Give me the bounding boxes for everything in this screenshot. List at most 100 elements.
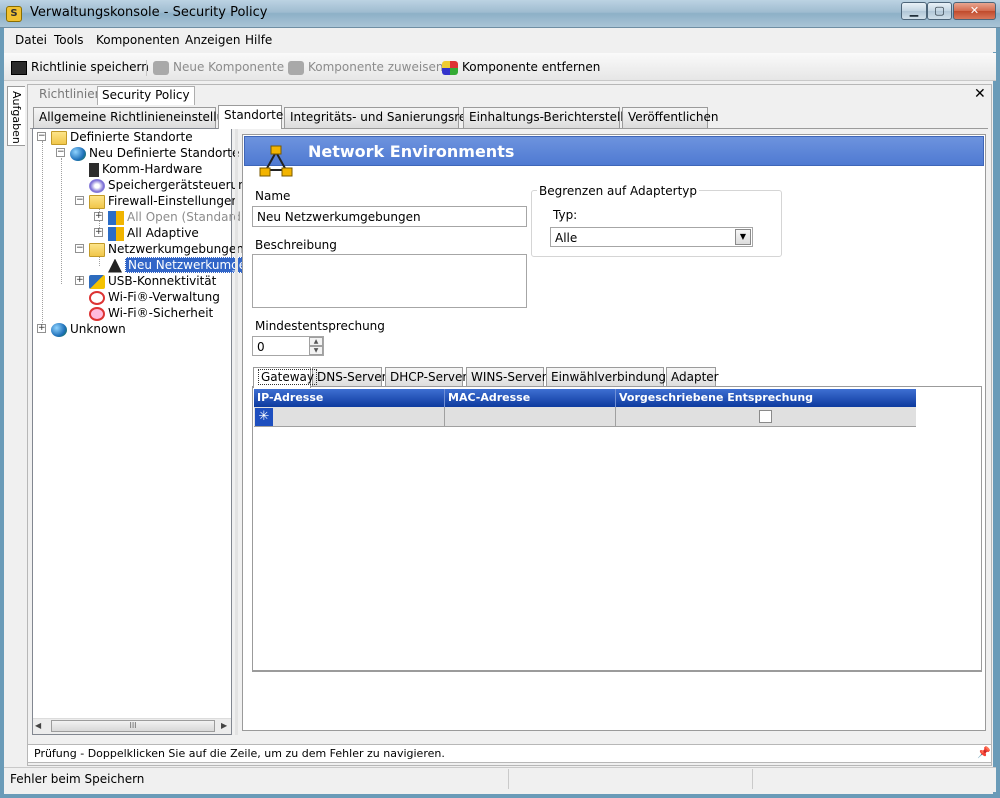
stepper-up-icon[interactable]: ▲ <box>309 337 323 346</box>
maximize-icon: ▢ <box>934 4 945 17</box>
assign-component-label: Komponente zuweisen <box>308 60 444 74</box>
chevron-down-icon[interactable]: ▼ <box>735 229 751 245</box>
tree-collapse-toggle[interactable]: − <box>56 148 65 157</box>
tree-expand-toggle[interactable]: + <box>75 276 84 285</box>
tree-node-network-environments[interactable]: Netzwerkumgebungen <box>89 241 244 257</box>
scroll-left-icon[interactable]: ◀ <box>35 721 41 730</box>
subtab-dns-server[interactable]: DNS-Server <box>312 367 387 387</box>
tree-expand-toggle[interactable]: + <box>94 228 103 237</box>
tree-node-unknown[interactable]: Unknown <box>51 321 126 337</box>
tab-integrity-rules[interactable]: Integritäts- und Sanierungsregeln <box>284 107 492 128</box>
adapter-type-group-title: Begrenzen auf Adaptertyp <box>537 184 700 198</box>
table-row[interactable] <box>254 407 916 427</box>
minimize-button[interactable]: ▁ <box>901 2 927 20</box>
subtab-adapter[interactable]: Adapter <box>666 367 719 387</box>
tree-node-wifi-security[interactable]: Wi-Fi®-Sicherheit <box>89 305 213 321</box>
pin-icon[interactable]: 📌 <box>977 746 991 759</box>
tree-expand-toggle[interactable]: + <box>94 212 103 221</box>
doc-tab-security-policy[interactable]: Security Policy <box>97 86 195 105</box>
tree-node-label: Wi-Fi®-Verwaltung <box>108 290 220 304</box>
name-input[interactable]: Neu Netzwerkumgebungen <box>252 206 527 227</box>
cell-ip-address[interactable] <box>254 407 445 426</box>
tree-node-label: Neu Definierte Standorte <box>89 146 240 160</box>
tree-node-all-open[interactable]: All Open (Standard) <box>108 209 246 225</box>
type-label: Typ: <box>553 208 578 222</box>
tree-node-new-location[interactable]: Neu Definierte Standorte <box>70 145 239 161</box>
splitter[interactable] <box>235 128 238 735</box>
tree-node-new-network-environment[interactable]: Neu Netzwerkumge <box>108 257 250 273</box>
min-match-label: Mindestentsprechung <box>255 319 385 333</box>
tree-node-defined-locations[interactable]: Definierte Standorte <box>51 129 193 145</box>
tree-node-comm-hardware[interactable]: Komm-Hardware <box>89 161 202 177</box>
menu-datei[interactable]: Datei <box>15 33 47 47</box>
folder-icon <box>51 130 67 145</box>
new-component-button[interactable]: Neue Komponente <box>153 59 284 75</box>
tree-node-label: Wi-Fi®-Sicherheit <box>108 306 214 320</box>
subtab-gateway[interactable]: Gateway <box>253 367 318 388</box>
tree-expand-toggle[interactable]: + <box>37 324 46 333</box>
close-icon: ✕ <box>969 4 980 17</box>
validation-bar[interactable]: Prüfung - Doppelklicken Sie auf die Zeil… <box>27 744 992 763</box>
remove-component-label: Komponente entfernen <box>462 60 601 74</box>
usb-icon <box>89 274 105 289</box>
storage-device-icon <box>89 178 105 193</box>
tree-node-all-adaptive[interactable]: All Adaptive <box>108 225 199 241</box>
tree-node-wifi-admin[interactable]: Wi-Fi®-Verwaltung <box>89 289 220 305</box>
scroll-right-icon[interactable]: ▶ <box>221 721 227 730</box>
menu-komponenten[interactable]: Komponenten <box>96 33 180 47</box>
tab-locations[interactable]: Standorte <box>218 105 283 129</box>
tree-node-usb[interactable]: USB-Konnektivität <box>89 273 216 289</box>
column-ip-address[interactable]: IP-Adresse <box>254 389 445 407</box>
menu-hilfe[interactable]: Hilfe <box>245 33 272 47</box>
folder-icon <box>89 194 105 209</box>
tree-collapse-toggle[interactable]: − <box>75 244 84 253</box>
menu-anzeigen[interactable]: Anzeigen <box>185 33 240 47</box>
tree-scroll-thumb[interactable]: III <box>51 720 215 732</box>
tree-node-label: All Open (Standard) <box>127 210 246 224</box>
adapter-type-select[interactable]: Alle <box>550 227 753 247</box>
menu-tools[interactable]: Tools <box>54 33 84 47</box>
subtab-dhcp-server[interactable]: DHCP-Server <box>385 367 467 387</box>
column-mac-address[interactable]: MAC-Adresse <box>445 389 616 407</box>
panel-title: Network Environments <box>308 142 515 161</box>
window-title: Verwaltungskonsole - Security Policy <box>30 5 268 20</box>
close-window-button[interactable]: ✕ <box>953 2 996 20</box>
save-policy-button[interactable]: Richtlinie speichern <box>11 59 149 75</box>
new-row-icon[interactable]: ✳ <box>255 408 273 426</box>
close-document-icon[interactable]: ✕ <box>974 86 986 102</box>
status-text: Fehler beim Speichern <box>10 772 145 786</box>
firewall-icon <box>108 226 124 241</box>
desktop-edge <box>993 28 1000 794</box>
description-input[interactable] <box>252 254 527 308</box>
maximize-button[interactable]: ▢ <box>927 2 952 20</box>
remove-component-button[interactable]: Komponente entfernen <box>442 59 600 75</box>
doc-tab-policies[interactable]: Richtlinien <box>35 86 106 105</box>
subtab-dialup[interactable]: Einwählverbindungen <box>546 367 681 387</box>
tab-general-settings[interactable]: Allgemeine Richtlinieneinstellungen <box>33 107 254 128</box>
required-match-checkbox[interactable] <box>759 410 772 423</box>
stepper-down-icon[interactable]: ▼ <box>309 346 323 355</box>
tree-collapse-toggle[interactable]: − <box>75 196 84 205</box>
tab-publish[interactable]: Veröffentlichen <box>622 107 719 128</box>
tasks-side-tab[interactable]: Aufgaben <box>7 86 25 146</box>
gateway-grid-header: IP-Adresse MAC-Adresse Vorgeschriebene E… <box>254 389 916 407</box>
app-icon[interactable]: S <box>6 6 22 22</box>
remove-components-icon <box>442 60 458 75</box>
panel-divider <box>252 671 982 672</box>
tree-node-label: Neu Netzwerkumge <box>125 257 250 273</box>
tree-node-label: Definierte Standorte <box>70 130 193 144</box>
subtab-wins-server[interactable]: WINS-Server <box>466 367 547 387</box>
new-component-label: Neue Komponente <box>173 60 285 74</box>
assign-component-button[interactable]: Komponente zuweisen <box>288 59 443 75</box>
tree-collapse-toggle[interactable]: − <box>37 132 46 141</box>
status-separator <box>752 769 753 789</box>
tree-node-label: Unknown <box>70 322 126 336</box>
save-policy-label: Richtlinie speichern <box>31 60 149 74</box>
cell-mac-address[interactable] <box>445 407 616 426</box>
description-label: Beschreibung <box>255 238 337 252</box>
tab-compliance-reporting[interactable]: Einhaltungs-Berichterstellung <box>463 107 646 128</box>
tree-node-firewall-settings[interactable]: Firewall-Einstellungen <box>89 193 239 209</box>
network-icon <box>108 258 122 273</box>
column-required-match[interactable]: Vorgeschriebene Entsprechung <box>616 389 916 407</box>
tree-node-storage-control[interactable]: Speichergerätsteuerun <box>89 177 246 193</box>
